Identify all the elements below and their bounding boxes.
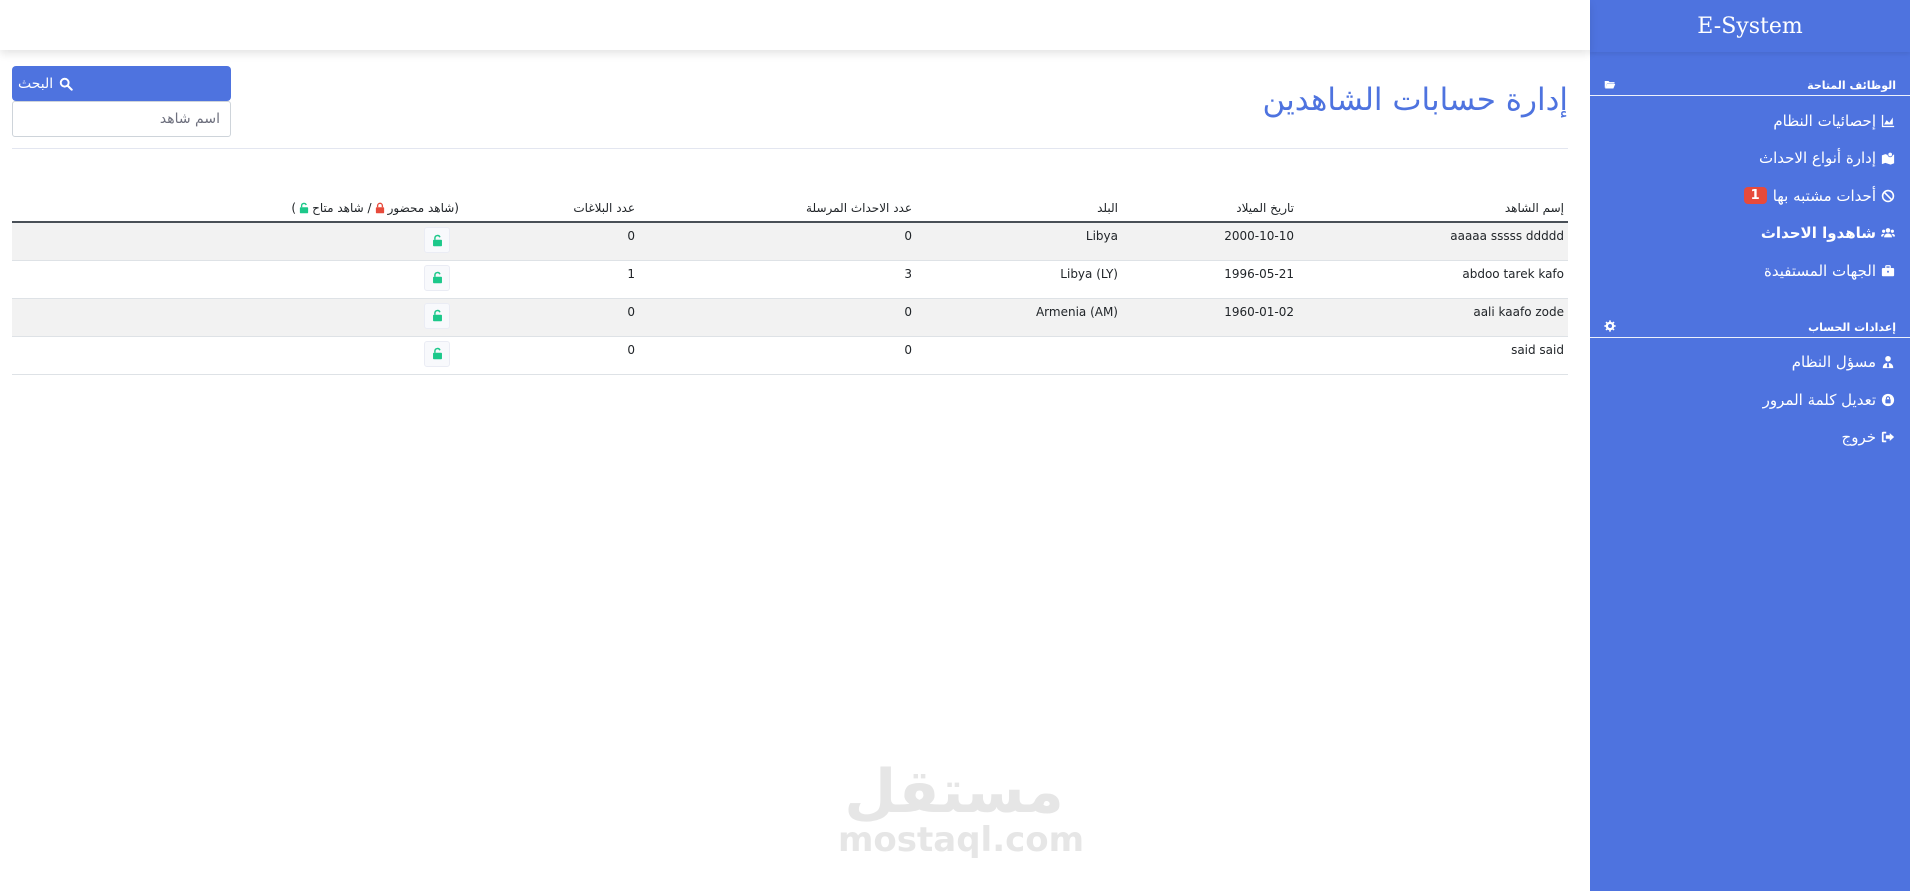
cell-country bbox=[916, 336, 1122, 375]
cell-witness-name: aaaaa sssss ddddd bbox=[1298, 222, 1568, 261]
lock-open-icon bbox=[432, 271, 442, 284]
search-button[interactable]: البحث bbox=[12, 66, 231, 101]
chart-area-icon bbox=[1880, 113, 1896, 129]
header-birth-date: تاريخ الميلاد bbox=[1122, 195, 1298, 223]
legend-close-paren: ) bbox=[291, 201, 297, 215]
sidebar-item-logout[interactable]: خروج bbox=[1590, 419, 1910, 457]
user-tie-icon bbox=[1880, 354, 1896, 370]
sidebar-item-beneficiaries[interactable]: الجهات المستفيدة bbox=[1590, 252, 1910, 290]
cell-birth-date: 2000-10-10 bbox=[1122, 222, 1298, 261]
lock-open-icon bbox=[299, 202, 309, 214]
toggle-ban-button[interactable] bbox=[424, 302, 450, 329]
cell-reports-count: 0 bbox=[463, 298, 639, 337]
users-icon bbox=[1880, 225, 1896, 241]
lock-open-icon bbox=[432, 347, 442, 360]
cell-country: Libya (LY) bbox=[916, 260, 1122, 299]
lock-open-icon bbox=[432, 309, 442, 322]
lock-circle-icon bbox=[1880, 392, 1896, 408]
page-title: إدارة حسابات الشاهدين bbox=[1262, 82, 1568, 118]
sidebar-item-label: مسؤل النظام bbox=[1791, 353, 1876, 372]
cell-status bbox=[12, 260, 463, 299]
gear-icon bbox=[1604, 319, 1616, 335]
topbar bbox=[0, 0, 1590, 50]
toggle-ban-button[interactable] bbox=[424, 227, 450, 253]
table-row: aaaaa sssss ddddd 2000-10-10 Libya 0 0 bbox=[12, 222, 1568, 261]
cell-status bbox=[12, 336, 463, 375]
briefcase-icon bbox=[1880, 263, 1896, 279]
header-divider bbox=[12, 148, 1568, 149]
table-row: said said 0 0 bbox=[12, 336, 1568, 375]
sidebar-item-label: إحصائيات النظام bbox=[1773, 111, 1876, 130]
sidebar-item-label: خروج bbox=[1841, 428, 1876, 447]
section-header-functions: الوظائف المتاحة bbox=[1590, 78, 1910, 96]
sidebar-item-system-admin[interactable]: مسؤل النظام bbox=[1590, 344, 1910, 382]
cell-witness-name: said said bbox=[1298, 336, 1568, 375]
sidebar-item-statistics[interactable]: إحصائيات النظام bbox=[1590, 102, 1910, 140]
cell-birth-date: 1960-01-02 bbox=[1122, 298, 1298, 337]
legend-banned-label: (شاهد محضور bbox=[387, 201, 459, 215]
sidebar-item-change-password[interactable]: تعديل كلمة المرور bbox=[1590, 381, 1910, 419]
cell-reports-count: 0 bbox=[463, 222, 639, 261]
table-row: aali kaafo zode 1960-01-02 Armenia (AM) … bbox=[12, 298, 1568, 337]
sidebar-item-label: إدارة أنواع الاحداث bbox=[1758, 149, 1876, 168]
watermark-arabic: مستقل bbox=[844, 757, 1064, 827]
suspicious-count-badge: 1 bbox=[1743, 187, 1767, 205]
lock-closed-icon bbox=[375, 202, 384, 214]
sidebar-item-label: أحدات مشتبه بها bbox=[1772, 186, 1876, 205]
section-functions-label: الوظائف المتاحة bbox=[1807, 79, 1896, 92]
header-status: (شاهد محضور / شاهد متاح ) bbox=[12, 195, 463, 223]
cell-birth-date: 1996-05-21 bbox=[1122, 260, 1298, 299]
section-account-label: إعدادات الحساب bbox=[1808, 320, 1896, 334]
folder-open-icon bbox=[1604, 78, 1616, 93]
brand-title[interactable]: E-System bbox=[1590, 0, 1910, 52]
cell-witness-name: aali kaafo zode bbox=[1298, 298, 1568, 337]
sidebar-item-label: الجهات المستفيدة bbox=[1764, 261, 1876, 280]
watermark-latin: mostaql.com bbox=[838, 820, 1085, 860]
sidebar-item-label: تعديل كلمة المرور bbox=[1762, 390, 1876, 409]
mostaql-watermark: مستقل mostaql.com bbox=[838, 757, 1085, 860]
cell-events-sent: 0 bbox=[639, 298, 916, 337]
table-header-row: إسم الشاهد تاريخ الميلاد البلد عدد الاحد… bbox=[12, 195, 1568, 223]
sign-out-icon bbox=[1880, 429, 1896, 445]
cell-birth-date bbox=[1122, 336, 1298, 375]
map-marked-icon bbox=[1880, 150, 1896, 166]
cell-country: Armenia (AM) bbox=[916, 298, 1122, 337]
header-events-sent: عدد الاحداث المرسلة bbox=[639, 195, 916, 223]
cell-reports-count: 1 bbox=[463, 260, 639, 299]
cell-status bbox=[12, 222, 463, 261]
cell-events-sent: 0 bbox=[639, 222, 916, 261]
status-legend: (شاهد محضور / شاهد متاح ) bbox=[291, 201, 459, 215]
header-reports-count: عدد البلاغات bbox=[463, 195, 639, 223]
table-row: abdoo tarek kafo 1996-05-21 Libya (LY) 3… bbox=[12, 260, 1568, 299]
header-country: البلد bbox=[916, 195, 1122, 223]
cell-reports-count: 0 bbox=[463, 336, 639, 375]
toggle-ban-button[interactable] bbox=[424, 264, 450, 291]
header-witness-name: إسم الشاهد bbox=[1298, 195, 1568, 223]
search-icon bbox=[59, 77, 73, 91]
cell-events-sent: 0 bbox=[639, 336, 916, 375]
sidebar-item-label: شاهدوا الاحداث bbox=[1760, 224, 1876, 243]
sidebar-item-witnesses[interactable]: شاهدوا الاحداث bbox=[1590, 215, 1910, 253]
cell-events-sent: 3 bbox=[639, 260, 916, 299]
lock-open-icon bbox=[432, 234, 442, 246]
witnesses-table: إسم الشاهد تاريخ الميلاد البلد عدد الاحد… bbox=[12, 195, 1568, 375]
witness-name-input[interactable] bbox=[12, 101, 231, 137]
sidebar-item-suspicious-events[interactable]: أحدات مشتبه بها 1 bbox=[1590, 177, 1910, 215]
ban-icon bbox=[1880, 188, 1896, 204]
sidebar: E-System الوظائف المتاحة إحصائيات النظام… bbox=[1590, 0, 1910, 891]
toggle-ban-button[interactable] bbox=[424, 340, 450, 367]
search-button-label: البحث bbox=[18, 75, 54, 92]
sidebar-item-event-types[interactable]: إدارة أنواع الاحداث bbox=[1590, 140, 1910, 178]
section-header-account: إعدادات الحساب bbox=[1590, 319, 1910, 338]
legend-available-label: / شاهد متاح bbox=[312, 201, 372, 215]
cell-country: Libya bbox=[916, 222, 1122, 261]
cell-status bbox=[12, 298, 463, 337]
cell-witness-name: abdoo tarek kafo bbox=[1298, 260, 1568, 299]
